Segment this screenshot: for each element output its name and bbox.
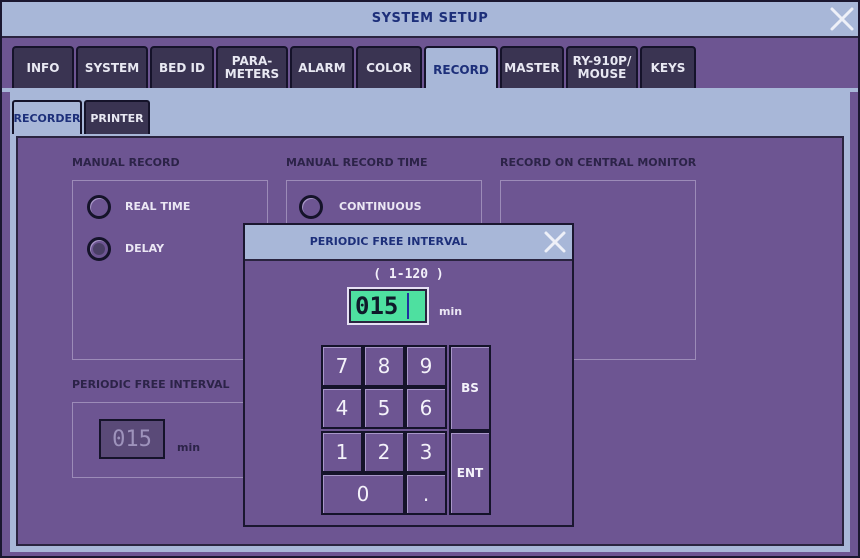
key-8[interactable]: 8: [363, 345, 405, 387]
continuous-radio[interactable]: [299, 195, 323, 219]
subtab-recorder[interactable]: RECORDER: [12, 100, 82, 134]
periodic-interval-group: 015 min: [72, 402, 268, 478]
real-time-radio[interactable]: [87, 195, 111, 219]
key-enter[interactable]: ENT: [449, 431, 491, 515]
key-3[interactable]: 3: [405, 431, 447, 473]
system-setup-window: SYSTEM SETUP INFO SYSTEM BED ID PARA- ME…: [0, 0, 860, 558]
text-caret: [407, 293, 409, 319]
key-9[interactable]: 9: [405, 345, 447, 387]
key-6[interactable]: 6: [405, 387, 447, 429]
close-icon[interactable]: [828, 5, 856, 33]
interval-input[interactable]: 015: [347, 287, 429, 325]
tab-ry910p-mouse[interactable]: RY-910P/ MOUSE: [566, 46, 638, 88]
title-bar: SYSTEM SETUP: [2, 2, 858, 38]
tab-record[interactable]: RECORD: [424, 46, 498, 92]
manual-record-heading: MANUAL RECORD: [72, 156, 180, 169]
periodic-interval-value[interactable]: 015: [99, 419, 165, 459]
delay-radio[interactable]: [87, 237, 111, 261]
key-1[interactable]: 1: [321, 431, 363, 473]
tab-keys[interactable]: KEYS: [640, 46, 696, 88]
range-hint: ( 1-120 ): [373, 267, 444, 282]
periodic-interval-dialog: PERIODIC FREE INTERVAL ( 1-120 ) 015 min…: [243, 223, 574, 527]
key-decimal-point[interactable]: .: [405, 473, 447, 515]
tab-alarm[interactable]: ALARM: [290, 46, 354, 88]
continuous-label: CONTINUOUS: [339, 200, 422, 213]
key-5[interactable]: 5: [363, 387, 405, 429]
key-7[interactable]: 7: [321, 345, 363, 387]
delay-label: DELAY: [125, 242, 165, 255]
window-title: SYSTEM SETUP: [371, 11, 489, 26]
tab-bed-id[interactable]: BED ID: [150, 46, 214, 88]
interval-input-value: 015: [351, 291, 425, 321]
tab-color[interactable]: COLOR: [356, 46, 422, 88]
key-0[interactable]: 0: [321, 473, 405, 515]
real-time-label: REAL TIME: [125, 200, 191, 213]
periodic-interval-heading: PERIODIC FREE INTERVAL: [72, 378, 230, 391]
tab-system[interactable]: SYSTEM: [76, 46, 148, 88]
dialog-unit: min: [439, 305, 463, 318]
tab-master[interactable]: MASTER: [500, 46, 564, 88]
tab-parameters[interactable]: PARA- METERS: [216, 46, 288, 88]
subtab-printer[interactable]: PRINTER: [84, 100, 150, 134]
manual-record-time-heading: MANUAL RECORD TIME: [286, 156, 428, 169]
key-4[interactable]: 4: [321, 387, 363, 429]
dialog-close-icon[interactable]: [542, 229, 568, 255]
key-2[interactable]: 2: [363, 431, 405, 473]
tab-info[interactable]: INFO: [12, 46, 74, 88]
periodic-interval-unit: min: [177, 441, 201, 454]
dialog-title-bar: PERIODIC FREE INTERVAL: [245, 225, 572, 261]
central-monitor-heading: RECORD ON CENTRAL MONITOR: [500, 156, 697, 169]
key-backspace[interactable]: BS: [449, 345, 491, 431]
manual-record-group: REAL TIME DELAY: [72, 180, 268, 360]
dialog-title: PERIODIC FREE INTERVAL: [309, 235, 468, 248]
